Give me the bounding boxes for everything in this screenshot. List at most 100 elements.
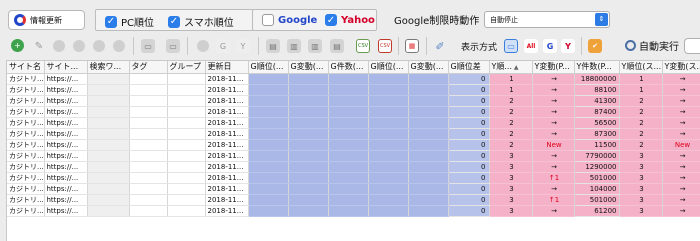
y-change-sp-cell: → — [662, 183, 700, 195]
g-rank-sp-cell — [368, 183, 409, 195]
column-header[interactable]: G順位(... — [248, 61, 289, 74]
table-row[interactable]: カジトリ... https://... 2018-11... 0 2 New 11500 2 N… — [7, 139, 700, 151]
column-header[interactable]: G変動(... — [288, 61, 329, 74]
tag-cell — [129, 117, 168, 129]
y-rank-sp-cell: 3 — [619, 161, 663, 173]
column-header[interactable]: 更新日 — [205, 61, 249, 74]
date-cell: 2018-11... — [205, 95, 249, 107]
sp-rank-checkbox[interactable]: ✓ スマホ順位 — [168, 14, 234, 29]
tag-cell — [129, 73, 168, 85]
table-row[interactable]: カジトリ... https://... 2018-11... 0 2 → 87300 2 → — [7, 128, 700, 140]
clock-icon — [625, 40, 636, 51]
update-info-button[interactable]: 情報更新 — [8, 10, 85, 30]
view-google-icon[interactable]: G — [543, 39, 557, 53]
column-header[interactable]: サイト... — [44, 61, 88, 74]
y-change-sp-cell: → — [662, 73, 700, 85]
g-count-pc-cell — [328, 128, 369, 140]
disabled-icon[interactable] — [93, 40, 105, 52]
y-rank-pc-cell: 2 — [489, 128, 533, 140]
view-all-icon[interactable]: All — [524, 39, 538, 53]
disabled-icon[interactable] — [53, 40, 65, 52]
y-rank-sp-cell: 3 — [619, 150, 663, 162]
y-count-pc-cell: 87400 — [574, 106, 620, 118]
checkbox-checked-icon: ✓ — [325, 14, 337, 26]
disabled-icon[interactable]: ▭ — [166, 39, 180, 53]
yahoo-checkbox[interactable]: ✓ Yahoo — [325, 14, 375, 26]
pc-rank-checkbox[interactable]: ✓ PC順位 — [105, 14, 154, 29]
auto-run-dropdown[interactable] — [684, 38, 700, 54]
table-row[interactable]: カジトリ... https://... 2018-11... 0 3 ↑1 501000 3 → — [7, 194, 700, 206]
disabled-icon[interactable] — [73, 40, 85, 52]
group-cell — [167, 73, 206, 85]
site-cell: カジトリ... — [7, 128, 45, 140]
column-header[interactable]: G順位差 — [448, 61, 490, 74]
column-header[interactable]: Y変動(P... — [532, 61, 575, 74]
url-cell: https://... — [44, 205, 88, 217]
column-header[interactable]: Y変動(ス... — [662, 61, 700, 74]
column-header[interactable]: グループ — [167, 61, 206, 74]
disabled-icon[interactable] — [113, 40, 125, 52]
disabled-icon[interactable] — [197, 40, 209, 52]
column-header[interactable]: G順位(... — [368, 61, 409, 74]
checkbox-checked-icon: ✓ — [105, 15, 117, 28]
ranking-table: サイト名 サイト... 検索ワ... タグ グループ 更新日 G順位(... G… — [6, 60, 700, 241]
disabled-icon[interactable]: ▥ — [308, 39, 322, 53]
auto-run-control[interactable]: 自動実行 — [625, 38, 679, 53]
checkbox-unchecked-icon — [262, 14, 274, 26]
column-header[interactable]: Y件数(P... — [574, 61, 620, 74]
y-change-pc-cell: → — [532, 205, 575, 217]
disabled-icon[interactable]: Y — [236, 39, 250, 53]
table-row[interactable]: カジトリ... https://... 2018-11... 0 3 → 1290000 3 → — [7, 161, 700, 173]
table-row[interactable]: カジトリ... https://... 2018-11... 0 2 → 41300 2 → — [7, 95, 700, 107]
table-row[interactable]: カジトリ... https://... 2018-11... 0 2 → 56500 2 → — [7, 117, 700, 129]
g-rank-diff-cell: 0 — [448, 139, 490, 151]
table-row[interactable]: カジトリ... https://... 2018-11... 0 3 → 7790000 3 → — [7, 150, 700, 162]
settings-icon[interactable]: ✐ — [433, 39, 447, 53]
g-rank-pc-cell — [248, 106, 289, 118]
disabled-icon[interactable]: ▭ — [141, 39, 155, 53]
disabled-icon[interactable]: ▤ — [330, 39, 344, 53]
edit-icon[interactable]: ✎ — [32, 39, 46, 53]
column-header[interactable]: タグ — [129, 61, 168, 74]
auto-run-label: 自動実行 — [639, 42, 679, 53]
check-icon[interactable]: ✔ — [588, 39, 602, 53]
column-header[interactable]: サイト名 — [7, 61, 45, 74]
toolbar-separator — [187, 37, 188, 55]
disabled-icon[interactable]: ▤ — [266, 39, 280, 53]
y-rank-sp-cell: 3 — [619, 194, 663, 206]
group-cell — [167, 183, 206, 195]
column-header-sorted[interactable]: Y順... ▲ — [489, 61, 533, 74]
add-icon[interactable]: + — [11, 39, 24, 52]
csv-import-icon[interactable]: CSV — [356, 39, 370, 53]
column-header[interactable]: 検索ワ... — [87, 61, 130, 74]
table-row[interactable]: カジトリ... https://... 2018-11... 0 3 → 104000 3 → — [7, 183, 700, 195]
table-row[interactable]: カジトリ... https://... 2018-11... 0 2 → 87400 2 → — [7, 106, 700, 118]
g-change-sp-cell — [408, 161, 449, 173]
y-rank-sp-cell: 1 — [619, 84, 663, 96]
disabled-icon[interactable]: ▥ — [287, 39, 301, 53]
keyword-cell — [87, 172, 130, 184]
disabled-icon[interactable]: G — [216, 39, 230, 53]
table-row[interactable]: カジトリ... https://... 2018-11... 0 3 → 61200 3 → — [7, 205, 700, 217]
y-change-pc-cell: → — [532, 128, 575, 140]
toolbar-separator — [258, 37, 259, 55]
y-rank-pc-cell: 3 — [489, 183, 533, 195]
site-cell: カジトリ... — [7, 183, 45, 195]
report-icon[interactable]: ▦ — [405, 39, 419, 53]
table-row[interactable]: カジトリ... https://... 2018-11... 0 1 → 88100 1 → — [7, 84, 700, 96]
site-cell: カジトリ... — [7, 95, 45, 107]
g-rank-pc-cell — [248, 150, 289, 162]
y-count-pc-cell: 56500 — [574, 117, 620, 129]
column-header[interactable]: G件数(... — [328, 61, 369, 74]
column-header[interactable]: G変動(... — [408, 61, 449, 74]
view-yahoo-icon[interactable]: Y — [561, 39, 575, 53]
google-checkbox[interactable]: Google — [262, 14, 317, 26]
csv-export-icon[interactable]: CSV — [378, 39, 392, 53]
google-limit-select[interactable]: 自動停止 ⇕ — [484, 11, 610, 28]
date-cell: 2018-11... — [205, 73, 249, 85]
view-list-icon[interactable]: ▭ — [504, 39, 518, 53]
table-row[interactable]: カジトリ... https://... 2018-11... 0 3 ↑1 501000 3 → — [7, 172, 700, 184]
table-row[interactable]: カジトリ... https://... 2018-11... 0 1 → 18800000 1… — [7, 73, 700, 85]
g-change-pc-cell — [288, 95, 329, 107]
column-header[interactable]: Y順位(ス... — [619, 61, 663, 74]
